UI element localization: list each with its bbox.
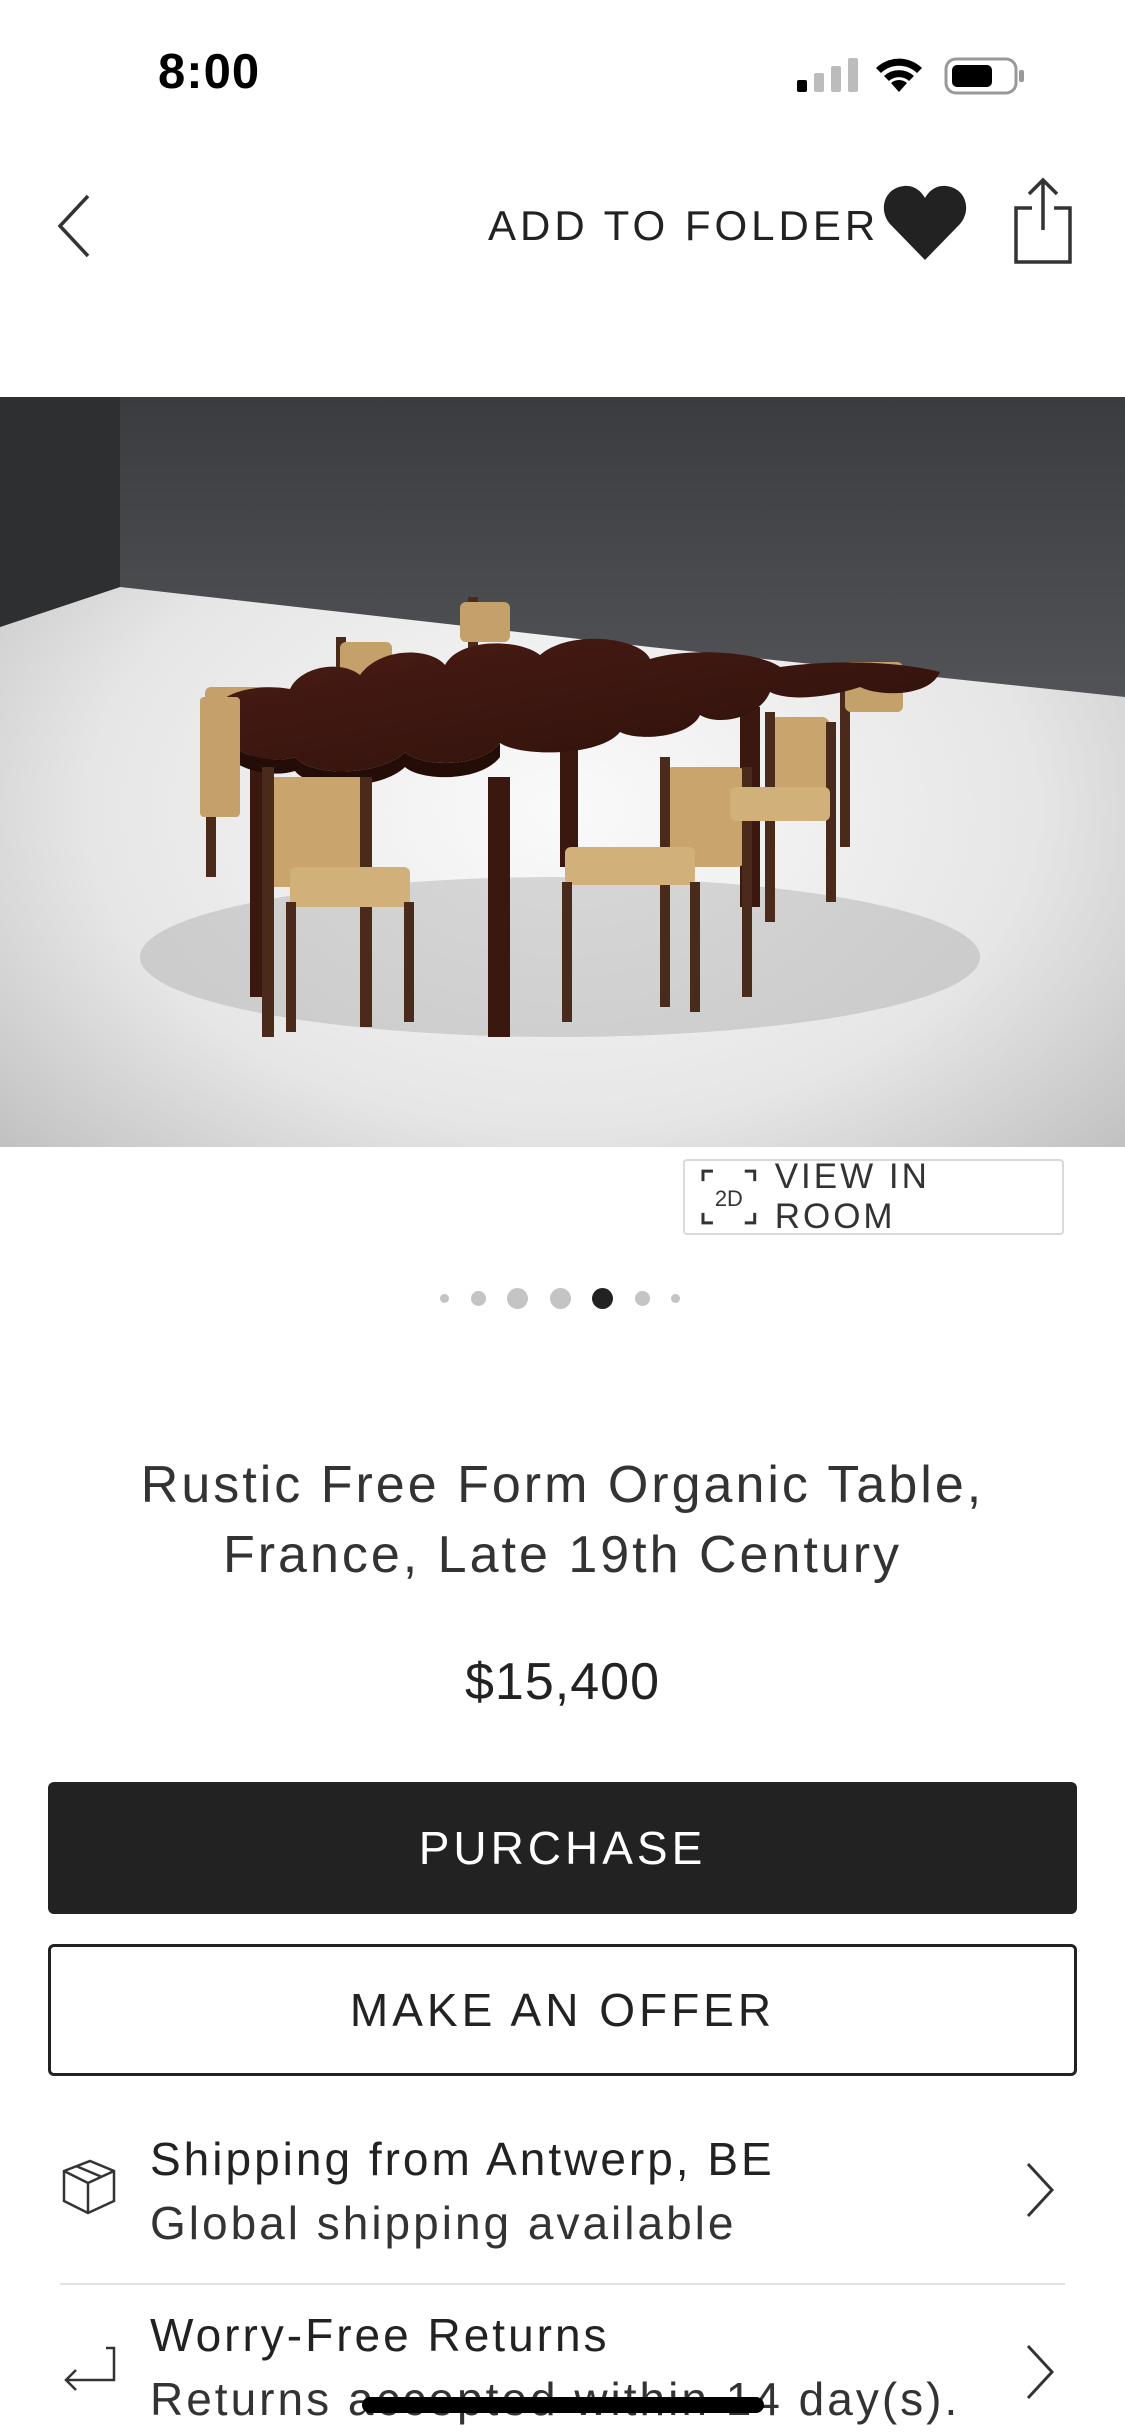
carousel-dot[interactable] <box>634 1290 650 1306</box>
purchase-button[interactable]: PURCHASE <box>48 1782 1077 1914</box>
home-indicator[interactable] <box>362 2397 764 2413</box>
chevron-left-icon <box>57 194 90 258</box>
shipping-subtitle: Global shipping available <box>150 2197 737 2249</box>
shipping-title: Shipping from Antwerp, BE <box>150 2133 775 2185</box>
carousel-dot[interactable] <box>549 1287 571 1309</box>
top-nav: ADD TO FOLDER <box>0 160 1125 280</box>
status-bar: 8:00 <box>0 0 1125 140</box>
divider <box>60 2283 1065 2285</box>
returns-row[interactable]: Worry-Free Returns Returns accepted with… <box>0 2290 1125 2436</box>
carousel-dot[interactable] <box>470 1290 486 1306</box>
product-price: $15,400 <box>465 1653 660 1711</box>
carousel-dot[interactable] <box>507 1287 528 1309</box>
share-icon[interactable] <box>1010 176 1076 266</box>
make-offer-button[interactable]: MAKE AN OFFER <box>48 1944 1077 2076</box>
chevron-right-icon <box>1026 2344 1055 2400</box>
carousel-dot-active[interactable] <box>592 1287 613 1309</box>
carousel-dots <box>440 1280 680 1316</box>
chevron-right-icon <box>1026 2162 1055 2218</box>
product-photo-illustration <box>0 397 1125 1147</box>
returns-title: Worry-Free Returns <box>150 2309 610 2361</box>
view-in-room-label: VIEW IN ROOM <box>774 1157 930 1236</box>
product-image[interactable] <box>0 397 1125 1147</box>
heart-filled-icon[interactable] <box>882 180 968 266</box>
2d-badge-text: 2D <box>715 1186 743 1211</box>
product-title: Rustic Free Form Organic Table, France, … <box>140 1456 985 1584</box>
carousel-dot[interactable] <box>440 1293 449 1303</box>
battery-icon <box>944 57 1024 95</box>
2d-view-icon: 2D <box>701 1169 757 1225</box>
view-in-room-button[interactable]: 2D VIEW IN ROOM <box>683 1157 1064 1236</box>
status-time: 8:00 <box>158 45 261 99</box>
wifi-icon <box>876 58 922 92</box>
cellular-signal-icon <box>797 58 858 92</box>
back-button[interactable] <box>44 186 104 266</box>
return-arrow-icon <box>64 2346 116 2391</box>
carousel-dot[interactable] <box>671 1293 680 1303</box>
package-icon <box>62 2159 116 2215</box>
shipping-row[interactable]: Shipping from Antwerp, BE Global shippin… <box>0 2100 1125 2280</box>
add-to-folder-button[interactable]: ADD TO FOLDER <box>488 202 879 250</box>
